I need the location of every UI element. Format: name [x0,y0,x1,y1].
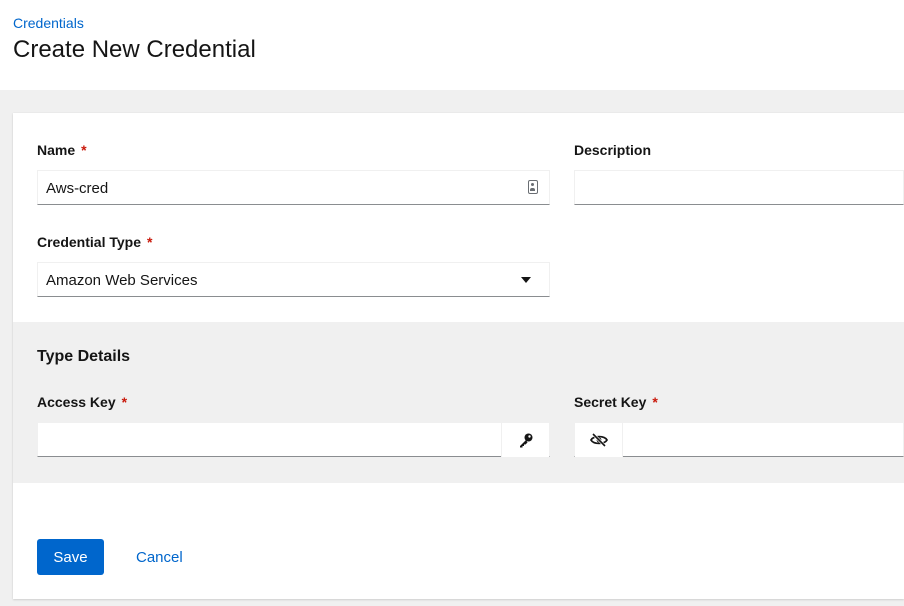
credential-form-card: Name * Aws-cred Description Credential Ty… [13,113,904,599]
credential-type-label-text: Credential Type [37,234,141,250]
save-button[interactable]: Save [37,539,104,575]
required-asterisk: * [652,394,658,410]
description-input[interactable] [574,170,904,205]
required-asterisk: * [147,234,153,250]
required-asterisk: * [81,142,87,158]
access-key-label-text: Access Key [37,394,116,410]
description-label-text: Description [574,142,652,158]
breadcrumb-credentials[interactable]: Credentials [13,15,84,31]
type-details-section: Type Details Access Key * Secret Key * [13,322,904,483]
toggle-secret-visibility-button[interactable] [575,423,623,457]
cancel-button[interactable]: Cancel [123,539,196,575]
name-label: Name * [37,142,87,158]
page-title: Create New Credential [13,36,256,63]
secret-key-label: Secret Key * [574,394,658,410]
page-header: Credentials Create New Credential [0,0,904,90]
type-details-title: Type Details [37,348,131,365]
credential-type-selected: Amazon Web Services [46,272,198,289]
credential-type-select[interactable]: Amazon Web Services [37,262,550,297]
access-key-label: Access Key * [37,394,127,410]
required-asterisk: * [121,394,128,410]
credential-type-label: Credential Type * [37,234,152,250]
secret-key-label-text: Secret Key [574,394,647,410]
access-key-lookup-button[interactable] [501,423,549,457]
eye-slash-icon [589,433,608,447]
name-input[interactable]: Aws-cred [37,170,550,205]
id-card-icon [528,180,538,194]
access-key-input[interactable] [37,422,550,457]
secret-key-input[interactable] [574,422,904,457]
name-input-value: Aws-cred [46,180,109,197]
caret-down-icon [521,277,531,283]
key-icon [519,433,532,448]
description-label: Description [574,142,651,158]
name-label-text: Name [37,142,76,158]
